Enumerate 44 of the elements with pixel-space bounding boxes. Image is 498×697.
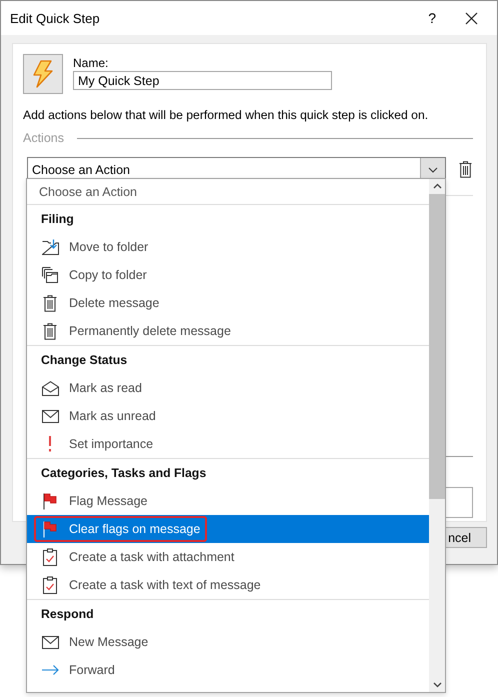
section-heading: Change Status <box>40 352 128 369</box>
folder-arrow-icon <box>42 239 58 255</box>
scrollbar-thumb[interactable] <box>429 194 445 499</box>
dropdown-option[interactable]: Set importance <box>27 430 429 458</box>
envelope-icon <box>42 410 58 422</box>
instructions-text: Add actions below that will be performed when this quick step is clicked on. <box>23 108 430 122</box>
trash-icon <box>43 322 57 340</box>
envelope-icon <box>42 636 58 648</box>
dropdown-option[interactable]: Forward <box>27 656 429 684</box>
dropdown-option[interactable]: Move to folder <box>27 233 429 261</box>
chevron-down-icon <box>428 166 438 172</box>
dropdown-option[interactable]: Choose an Action <box>27 179 429 204</box>
section-heading: Categories, Tasks and Flags <box>40 465 208 482</box>
clipboard-check-icon <box>43 576 57 594</box>
trash-icon <box>43 294 57 312</box>
section-heading: Respond <box>40 606 95 623</box>
section-heading: Filing <box>40 211 75 228</box>
arrow-icon <box>42 665 58 675</box>
exclamation-icon <box>48 436 52 452</box>
window-title: Edit Quick Step <box>10 10 100 26</box>
scroll-down-icon[interactable] <box>432 682 442 688</box>
trash-icon[interactable] <box>459 161 472 178</box>
actions-label: Actions <box>23 131 64 145</box>
name-field[interactable]: My Quick Step <box>73 71 332 90</box>
lightning-icon <box>32 60 54 88</box>
help-button[interactable]: ? <box>428 10 436 26</box>
copy-icon <box>42 267 58 283</box>
name-label: Name: <box>73 56 110 70</box>
flag-icon <box>43 492 57 510</box>
scrollbar[interactable] <box>429 179 445 692</box>
dropdown-option[interactable]: Delete message <box>27 289 429 317</box>
clipboard-check-icon <box>43 548 57 566</box>
dropdown-option[interactable]: Create a task with text of message <box>27 571 429 599</box>
dropdown-option[interactable]: New Message <box>27 628 429 656</box>
flag-icon <box>43 520 57 538</box>
close-icon[interactable] <box>465 12 478 24</box>
dropdown-option[interactable]: Permanently delete message <box>27 317 429 345</box>
open-envelope-icon <box>42 380 58 396</box>
dropdown-option[interactable]: Mark as unread <box>27 402 429 430</box>
dropdown-option[interactable]: Copy to folder <box>27 261 429 289</box>
dropdown-option[interactable]: Mark as read <box>27 374 429 402</box>
scroll-up-icon[interactable] <box>432 183 442 189</box>
dropdown-option[interactable]: Clear flags on message <box>27 515 429 543</box>
dropdown-option[interactable]: Flag Message <box>27 487 429 515</box>
